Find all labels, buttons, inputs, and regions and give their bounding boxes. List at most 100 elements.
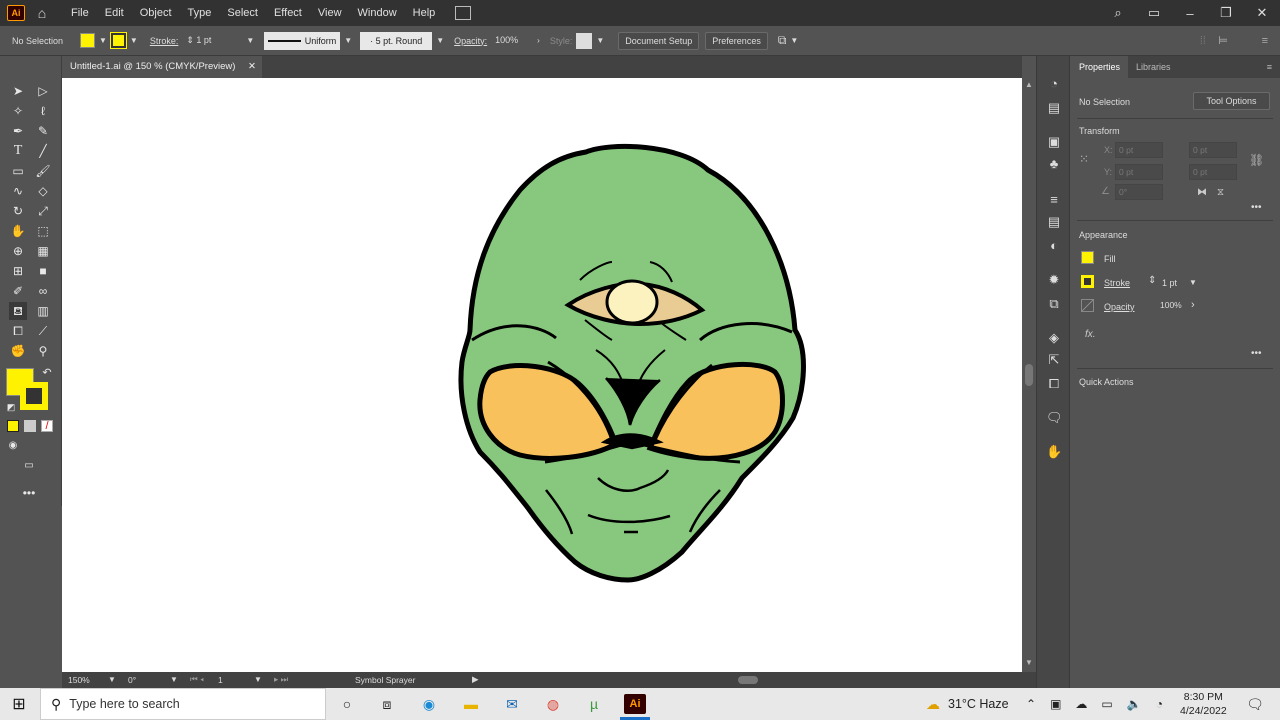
eraser-tool-icon[interactable]: ◇ xyxy=(34,182,52,200)
arrange-documents-icon[interactable] xyxy=(455,6,472,20)
preferences-button[interactable]: Preferences xyxy=(705,31,768,50)
puppet-warp-icon[interactable]: ✋ xyxy=(1046,444,1062,460)
stroke-panel-icon[interactable]: ≡ xyxy=(1046,192,1062,208)
line-tool-icon[interactable]: ╱ xyxy=(34,142,52,160)
color-guide-icon[interactable]: ◔ xyxy=(1046,76,1062,92)
menu-help[interactable]: Help xyxy=(405,0,444,26)
perspective-grid-tool-icon[interactable]: ▦ xyxy=(34,242,52,260)
color-mode-icon[interactable] xyxy=(7,420,19,432)
document-info-icon[interactable]: ▤ xyxy=(1046,100,1062,116)
style-swatch[interactable] xyxy=(576,32,593,49)
chevron-down-icon[interactable]: ▼ xyxy=(790,36,798,45)
utorrent-icon[interactable]: µ xyxy=(583,694,605,714)
zoom-tool-icon[interactable]: ⚲ xyxy=(34,342,52,360)
stroke-color-swatch[interactable] xyxy=(20,382,48,410)
document-tab[interactable]: Untitled-1.ai @ 150 % (CMYK/Preview) ✕ xyxy=(62,56,262,78)
warp-tool-icon[interactable]: ✋ xyxy=(9,222,27,240)
fx-icon[interactable]: fx. xyxy=(1085,329,1096,340)
scale-tool-icon[interactable]: ⤢ xyxy=(34,202,52,220)
illustrator-taskbar-icon[interactable]: Ai xyxy=(624,694,646,714)
show-hidden-icons-icon[interactable]: ⌃ xyxy=(1026,697,1036,711)
appearance-icon[interactable]: ✹ xyxy=(1046,272,1062,288)
onedrive-icon[interactable]: ☁ xyxy=(1075,697,1087,711)
artboard-tool-icon[interactable]: ⧠ xyxy=(9,322,27,340)
alien-illustration[interactable] xyxy=(62,78,1022,672)
chevron-down-icon[interactable]: ▼ xyxy=(170,675,178,684)
last-artboard-icon[interactable]: ▸ ⏭ xyxy=(274,674,288,685)
shape-builder-tool-icon[interactable]: ⊕ xyxy=(9,242,27,260)
flip-horizontal-icon[interactable]: ⧓ xyxy=(1197,187,1207,198)
direct-selection-tool-icon[interactable]: ▷ xyxy=(34,82,52,100)
image-trace-icon[interactable]: ▣ xyxy=(1046,134,1062,150)
panel-menu-icon[interactable]: ≡ xyxy=(1259,56,1280,78)
file-explorer-icon[interactable]: ▬ xyxy=(460,694,482,714)
curvature-tool-icon[interactable]: ✎ xyxy=(34,122,52,140)
magic-wand-tool-icon[interactable]: ✧ xyxy=(9,102,27,120)
blend-tool-icon[interactable]: ∞ xyxy=(34,282,52,300)
chevron-down-icon[interactable]: ▼ xyxy=(596,36,604,45)
scroll-up-icon[interactable]: ▲ xyxy=(1025,80,1033,89)
fill-swatch[interactable] xyxy=(80,33,95,48)
arrange-icon[interactable]: ⧉ xyxy=(778,33,787,48)
chevron-down-icon[interactable]: ▼ xyxy=(130,36,138,45)
menu-file[interactable]: File xyxy=(63,0,97,26)
w-field[interactable]: 0 pt xyxy=(1189,142,1237,158)
gradient-panel-icon[interactable]: ▤ xyxy=(1046,214,1062,230)
more-options-icon[interactable]: ••• xyxy=(1251,348,1262,359)
restore-icon[interactable]: ❐ xyxy=(1208,5,1244,21)
hand-tool-icon[interactable]: ✊ xyxy=(9,342,27,360)
search-icon[interactable]: ⌕ xyxy=(1100,5,1136,21)
clock-time[interactable]: 8:30 PM xyxy=(1184,690,1223,704)
artboard-number[interactable]: 1 xyxy=(218,675,223,685)
selection-tool-icon[interactable]: ➤ xyxy=(9,82,27,100)
edge-icon[interactable]: ◉ xyxy=(418,694,440,714)
symbols-icon[interactable]: ♣ xyxy=(1046,156,1062,172)
windows-start-icon[interactable]: ⊞ xyxy=(8,694,30,714)
chrome-icon[interactable]: ◍ xyxy=(542,694,564,714)
menu-view[interactable]: View xyxy=(310,0,350,26)
stroke-profile-select[interactable]: Uniform xyxy=(264,31,341,50)
clock-date[interactable]: 4/24/2022 xyxy=(1180,704,1227,718)
zoom-level[interactable]: 150% xyxy=(68,675,90,685)
minimize-icon[interactable]: – xyxy=(1172,6,1208,21)
menu-type[interactable]: Type xyxy=(180,0,220,26)
opacity-label[interactable]: Opacity xyxy=(1104,302,1135,312)
chevron-down-icon[interactable]: ▼ xyxy=(436,36,444,45)
h-field[interactable]: 0 pt xyxy=(1189,164,1237,180)
scroll-down-icon[interactable]: ▼ xyxy=(1025,658,1033,667)
swap-colors-icon[interactable]: ↶ xyxy=(38,364,56,382)
fill-swatch[interactable] xyxy=(1081,251,1094,264)
chevron-down-icon[interactable]: ▼ xyxy=(99,36,107,45)
chevron-right-icon[interactable]: › xyxy=(537,36,540,45)
weather-text[interactable]: 31°C Haze xyxy=(948,697,1009,711)
meet-now-icon[interactable]: ▣ xyxy=(1050,697,1061,711)
battery-icon[interactable]: ▭ xyxy=(1101,697,1112,711)
column-graph-tool-icon[interactable]: ▥ xyxy=(34,302,52,320)
artboards-icon[interactable]: ⧠ xyxy=(1046,376,1062,392)
menu-object[interactable]: Object xyxy=(132,0,180,26)
rotate-field[interactable]: 0° xyxy=(1115,184,1163,200)
reference-point-icon[interactable]: ⁙ xyxy=(1079,152,1095,168)
default-colors-icon[interactable]: ◩ xyxy=(2,398,20,416)
home-icon[interactable]: ⌂ xyxy=(31,5,53,21)
network-icon[interactable]: ◔ xyxy=(1156,697,1163,711)
volume-icon[interactable]: 🔈 xyxy=(1127,697,1142,711)
x-field[interactable]: 0 pt xyxy=(1115,142,1163,158)
scroll-thumb[interactable] xyxy=(1025,364,1033,386)
close-tab-icon[interactable]: ✕ xyxy=(248,56,256,78)
shaper-tool-icon[interactable]: ∿ xyxy=(9,182,27,200)
rectangle-tool-icon[interactable]: ▭ xyxy=(9,162,27,180)
stroke-weight[interactable]: 1 pt xyxy=(1162,278,1177,288)
close-icon[interactable]: ✕ xyxy=(1244,5,1280,21)
screen-mode-icon[interactable]: ▭ xyxy=(20,457,38,475)
layers-icon[interactable]: ◈ xyxy=(1046,330,1062,346)
draw-mode-icon[interactable]: ◉ xyxy=(4,437,22,455)
menu-edit[interactable]: Edit xyxy=(97,0,132,26)
document-setup-button[interactable]: Document Setup xyxy=(618,31,700,50)
graphic-styles-icon[interactable]: ⧉ xyxy=(1046,296,1062,312)
horizontal-scroll-thumb[interactable] xyxy=(738,676,758,684)
more-tools-icon[interactable]: ••• xyxy=(20,484,38,502)
chevron-down-icon[interactable]: ▼ xyxy=(254,675,262,684)
mesh-tool-icon[interactable]: ⊞ xyxy=(9,262,27,280)
chevron-down-icon[interactable]: ▼ xyxy=(246,36,254,45)
